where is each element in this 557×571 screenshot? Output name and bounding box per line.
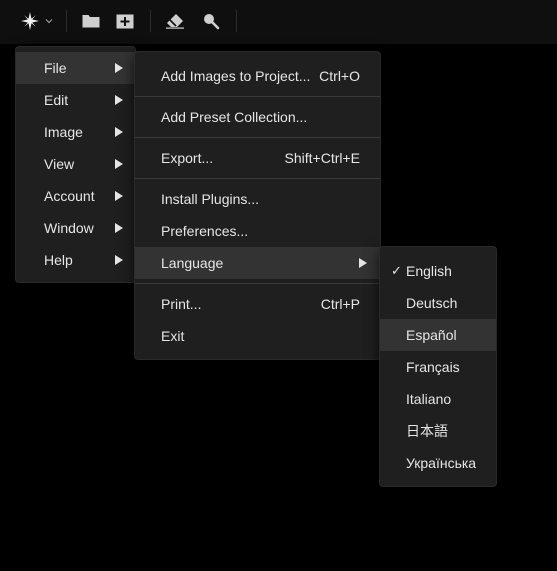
checkmark-icon: ✓ <box>391 263 402 278</box>
menu-item-image[interactable]: Image <box>16 116 135 148</box>
search-button[interactable] <box>198 8 224 34</box>
menu-item-label: Edit <box>44 92 69 108</box>
menu-item-window[interactable]: Window <box>16 212 135 244</box>
menu-item-label: Deutsch <box>406 295 458 311</box>
language-item-italiano[interactable]: Italiano <box>380 383 496 415</box>
toolbar <box>0 0 557 44</box>
menu-item-label: View <box>44 156 75 172</box>
menu-item-label: Exit <box>161 328 185 344</box>
magnifier-icon <box>204 14 220 30</box>
language-item-english[interactable]: ✓ English <box>380 255 496 287</box>
shortcut-label: Ctrl+O <box>319 68 360 84</box>
app-menu-button[interactable] <box>18 8 56 34</box>
submenu-arrow-icon <box>115 127 123 137</box>
menu-item-label: Українська <box>406 455 477 471</box>
menu-item-help[interactable]: Help <box>16 244 135 276</box>
menu-item-preferences[interactable]: Preferences... <box>135 215 380 247</box>
sparkle-icon <box>21 12 39 30</box>
menu-item-language[interactable]: Language <box>135 247 380 279</box>
menu-separator <box>135 283 380 284</box>
eraser-button[interactable] <box>162 8 188 34</box>
submenu-arrow-icon <box>115 223 123 233</box>
menu-item-label: Install Plugins... <box>161 191 260 207</box>
open-folder-button[interactable] <box>78 8 104 34</box>
menu-item-label: File <box>44 60 67 76</box>
language-item-deutsch[interactable]: Deutsch <box>380 287 496 319</box>
submenu-arrow-icon <box>115 63 123 73</box>
menu-item-file[interactable]: File <box>16 52 135 84</box>
submenu-arrow-icon <box>359 258 367 268</box>
submenu-arrow-icon <box>115 191 123 201</box>
menu-item-label: Español <box>406 327 457 343</box>
toolbar-divider <box>236 10 237 32</box>
menu-item-label: Help <box>44 252 73 268</box>
menu-item-label: Add Images to Project... <box>161 68 311 84</box>
menu-item-add-images[interactable]: Add Images to Project... Ctrl+O <box>135 60 380 92</box>
add-image-button[interactable] <box>112 8 138 34</box>
menu-item-label: Print... <box>161 296 202 312</box>
menu-item-label: Image <box>44 124 83 140</box>
menu-item-exit[interactable]: Exit <box>135 320 380 352</box>
language-item-francais[interactable]: Français <box>380 351 496 383</box>
menu-item-account[interactable]: Account <box>16 180 135 212</box>
menu-item-print[interactable]: Print... Ctrl+P <box>135 288 380 320</box>
menu-separator <box>135 96 380 97</box>
menu-item-edit[interactable]: Edit <box>16 84 135 116</box>
menu-item-label: Preferences... <box>161 223 249 239</box>
menu-separator <box>135 137 380 138</box>
toolbar-divider <box>66 10 67 32</box>
submenu-arrow-icon <box>115 255 123 265</box>
language-item-ukrainian[interactable]: Українська <box>380 447 496 479</box>
language-item-japanese[interactable]: 日本語 <box>380 415 496 447</box>
menu-item-install-plugins[interactable]: Install Plugins... <box>135 183 380 215</box>
menu-item-label: Export... <box>161 150 214 166</box>
toolbar-divider <box>150 10 151 32</box>
menu-item-label: Français <box>406 359 460 375</box>
main-menu: File Edit Image View Account Window Help <box>15 46 136 283</box>
menu-item-label: Language <box>161 255 224 271</box>
add-image-icon <box>116 14 134 28</box>
chevron-down-icon <box>45 19 53 24</box>
file-submenu: Add Images to Project... Ctrl+O Add Pres… <box>134 51 381 360</box>
menu-item-add-preset-collection[interactable]: Add Preset Collection... <box>135 101 380 133</box>
language-submenu: ✓ English Deutsch Español Français Itali… <box>379 246 497 487</box>
submenu-arrow-icon <box>115 95 123 105</box>
menu-item-label: 日本語 <box>406 423 448 439</box>
menu-item-label: Add Preset Collection... <box>161 109 308 125</box>
eraser-icon <box>166 14 184 29</box>
shortcut-label: Shift+Ctrl+E <box>284 150 360 166</box>
folder-icon <box>82 15 100 28</box>
menu-item-label: Account <box>44 188 95 204</box>
shortcut-label: Ctrl+P <box>320 296 360 312</box>
menu-item-view[interactable]: View <box>16 148 135 180</box>
submenu-arrow-icon <box>115 159 123 169</box>
menu-separator <box>135 178 380 179</box>
menu-item-label: Window <box>44 220 94 236</box>
menu-item-label: English <box>406 263 452 279</box>
menu-item-export[interactable]: Export... Shift+Ctrl+E <box>135 142 380 174</box>
menu-item-label: Italiano <box>406 391 452 407</box>
language-item-espanol[interactable]: Español <box>380 319 496 351</box>
